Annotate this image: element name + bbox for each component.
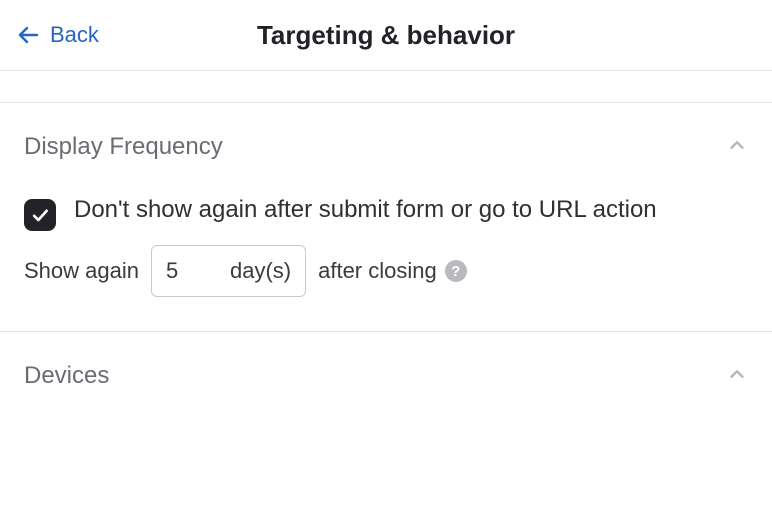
show-again-unit: day(s) — [230, 258, 291, 284]
help-icon[interactable]: ? — [445, 260, 467, 282]
show-again-input-group: day(s) — [151, 245, 306, 297]
page-header: Back Targeting & behavior — [0, 0, 772, 70]
section-title-devices: Devices — [24, 362, 109, 390]
check-icon — [30, 205, 50, 225]
chevron-up-icon — [726, 363, 748, 390]
show-again-prefix: Show again — [24, 258, 139, 284]
show-again-value-input[interactable] — [166, 258, 202, 284]
page-title: Targeting & behavior — [257, 20, 515, 51]
back-button[interactable]: Back — [16, 22, 99, 48]
spacer — [0, 71, 772, 103]
section-title-display-frequency: Display Frequency — [24, 133, 223, 161]
section-devices: Devices — [0, 332, 772, 418]
option-dont-show-again: Don't show again after submit form or go… — [22, 189, 750, 245]
section-header-devices[interactable]: Devices — [22, 332, 750, 418]
chevron-up-icon — [726, 134, 748, 161]
back-label: Back — [50, 22, 99, 48]
checkbox-dont-show-again[interactable] — [24, 199, 56, 231]
section-display-frequency: Display Frequency Don't show again after… — [0, 103, 772, 331]
show-again-suffix: after closing — [318, 258, 437, 284]
option-dont-show-again-label: Don't show again after submit form or go… — [74, 193, 657, 228]
section-header-display-frequency[interactable]: Display Frequency — [22, 103, 750, 189]
arrow-left-icon — [16, 23, 40, 47]
show-again-row: Show again day(s) after closing ? — [22, 245, 750, 331]
